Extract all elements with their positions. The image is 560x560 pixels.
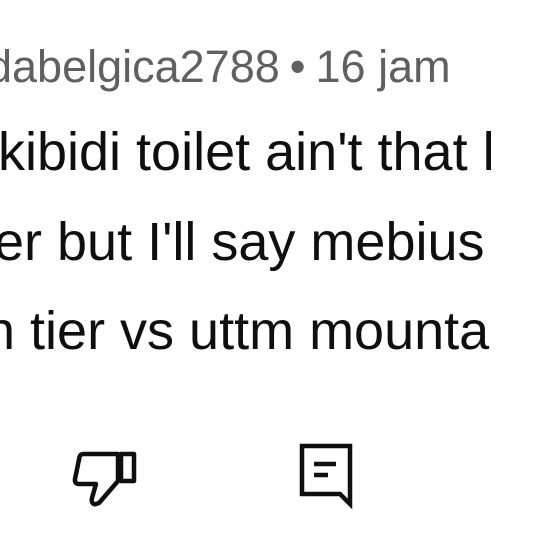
dislike-button[interactable]: [72, 443, 142, 513]
reply-button[interactable]: [296, 440, 358, 512]
thumbs-down-icon: [72, 451, 137, 507]
comment-icon: [299, 443, 353, 510]
comment-crop: dabelgica2788 • 16 jam kibidi toilet ain't…: [0, 0, 560, 560]
comment-timestamp[interactable]: 16 jam: [316, 41, 451, 92]
comment-text-line-2: er but I'll say mebius: [0, 212, 485, 272]
comment-text-line-3: n tier vs uttm mounta: [0, 301, 490, 361]
comment-text-line-1: kibidi toilet ain't that l: [0, 122, 495, 182]
comment-header: dabelgica2788 • 16 jam: [0, 37, 451, 97]
comment-author[interactable]: dabelgica2788: [0, 41, 280, 92]
meta-separator: •: [289, 41, 306, 92]
